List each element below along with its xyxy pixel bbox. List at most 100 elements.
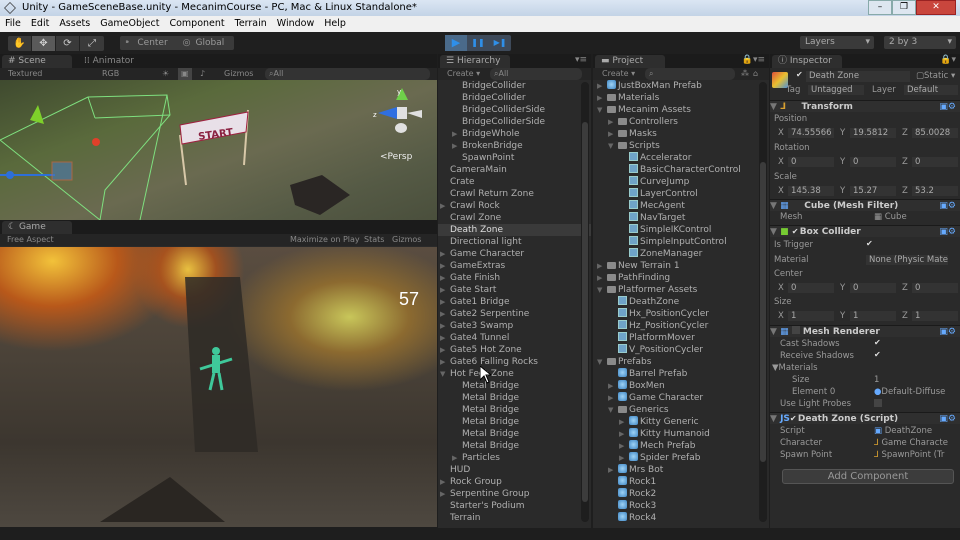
box-collider-header[interactable]: ▼ ■ ✔Box Collider ▣⚙ xyxy=(770,225,960,237)
foldout-arrow-icon[interactable]: ▶ xyxy=(619,440,629,452)
hierarchy-item[interactable]: Metal Bridge xyxy=(438,416,591,428)
project-item[interactable]: Hx_PositionCycler xyxy=(593,308,769,320)
hierarchy-item[interactable]: Metal Bridge xyxy=(438,392,591,404)
static-checkbox[interactable]: ▢Static ▾ xyxy=(916,71,955,81)
foldout-arrow-icon[interactable]: ▶ xyxy=(608,128,618,140)
project-item[interactable]: ▼ Platformer Assets xyxy=(593,284,769,296)
hierarchy-item[interactable]: ▶ Gate1 Bridge xyxy=(438,296,591,308)
hierarchy-item[interactable]: ▶ BridgeWhole xyxy=(438,128,591,140)
project-item[interactable]: ▼ Scripts xyxy=(593,140,769,152)
scale-y-field[interactable]: 15.27 xyxy=(850,186,896,196)
hierarchy-item[interactable]: ▶ Gate5 Hot Zone xyxy=(438,344,591,356)
hierarchy-item[interactable]: ▶ Game Character xyxy=(438,248,591,260)
project-item[interactable]: ▶ Mech Prefab xyxy=(593,440,769,452)
foldout-arrow-icon[interactable]: ▶ xyxy=(597,92,607,104)
hierarchy-item[interactable]: ▶ Gate Start xyxy=(438,284,591,296)
mesh-filter-settings-icon[interactable]: ▣⚙ xyxy=(939,200,956,212)
tab-project[interactable]: ▬ Project xyxy=(595,55,665,68)
receive-shadows-checkbox[interactable]: ✔ xyxy=(874,351,882,359)
hierarchy-menu-icon[interactable]: ▾≡ xyxy=(575,55,587,65)
project-item[interactable]: ▶ PathFinding xyxy=(593,272,769,284)
project-item[interactable]: SimpleIKControl xyxy=(593,224,769,236)
audio-toggle-icon[interactable]: ♪ xyxy=(200,68,205,80)
tab-game[interactable]: ☾ Game xyxy=(2,221,72,234)
gameobject-active-checkbox[interactable]: ✔ xyxy=(796,71,804,79)
project-item[interactable]: ▶ Spider Prefab xyxy=(593,452,769,464)
transform-settings-icon[interactable]: ▣⚙ xyxy=(939,101,956,113)
scale-z-field[interactable]: 53.2 xyxy=(912,186,958,196)
project-item[interactable]: LayerControl xyxy=(593,188,769,200)
hierarchy-item[interactable]: Directional light xyxy=(438,236,591,248)
position-x-field[interactable]: 74.55566 xyxy=(788,128,834,138)
hierarchy-item[interactable]: Crate xyxy=(438,176,591,188)
add-component-button[interactable]: Add Component xyxy=(782,469,954,484)
project-item[interactable]: V_PositionCycler xyxy=(593,344,769,356)
project-scroll-thumb[interactable] xyxy=(760,162,766,462)
menu-component[interactable]: Component xyxy=(164,16,229,32)
foldout-arrow-icon[interactable]: ▼ xyxy=(440,368,450,380)
death-zone-script-header[interactable]: ▼ JS✔Death Zone (Script) ▣⚙ xyxy=(770,412,960,424)
tab-inspector[interactable]: ⓘ Inspector xyxy=(772,55,842,68)
hierarchy-item[interactable]: ▶ GameExtras xyxy=(438,260,591,272)
hierarchy-item[interactable]: BridgeColliderSide xyxy=(438,104,591,116)
hierarchy-item[interactable]: Metal Bridge xyxy=(438,404,591,416)
mesh-filter-header[interactable]: ▼ ▦ Cube (Mesh Filter) ▣⚙ xyxy=(770,199,960,211)
maximize-button[interactable]: ❐ xyxy=(892,0,916,15)
materials-foldout[interactable]: ▼Materials xyxy=(772,363,818,373)
foldout-arrow-icon[interactable]: ▶ xyxy=(597,80,607,92)
project-item[interactable]: DeathZone xyxy=(593,296,769,308)
size-x-field[interactable]: 1 xyxy=(788,311,834,321)
scene-view[interactable]: START y z <Persp xyxy=(0,80,437,220)
project-item[interactable]: Rock2 xyxy=(593,488,769,500)
foldout-arrow-icon[interactable]: ▼ xyxy=(597,284,607,296)
physic-material-field[interactable]: None (Physic Mate xyxy=(866,255,948,265)
project-item[interactable]: ▶ Controllers xyxy=(593,116,769,128)
foldout-arrow-icon[interactable]: ▶ xyxy=(608,464,618,476)
hierarchy-item[interactable]: ▶ Gate4 Tunnel xyxy=(438,332,591,344)
layer-dropdown[interactable]: Default xyxy=(904,85,958,95)
size-y-field[interactable]: 1 xyxy=(850,311,896,321)
tab-hierarchy[interactable]: ☰ Hierarchy xyxy=(440,55,510,68)
hierarchy-item[interactable]: Terrain xyxy=(438,512,591,524)
hierarchy-scrollbar[interactable] xyxy=(581,82,589,522)
size-z-field[interactable]: 1 xyxy=(912,311,958,321)
foldout-arrow-icon[interactable]: ▶ xyxy=(440,308,450,320)
menu-terrain[interactable]: Terrain xyxy=(230,16,272,32)
menu-edit[interactable]: Edit xyxy=(26,16,54,32)
minimize-button[interactable]: – xyxy=(868,0,892,15)
move-tool-icon[interactable]: ✥ xyxy=(32,36,56,51)
foldout-arrow-icon[interactable]: ▶ xyxy=(440,488,450,500)
foldout-arrow-icon[interactable]: ▶ xyxy=(440,296,450,308)
hierarchy-item[interactable]: ▶ Rock Group xyxy=(438,476,591,488)
foldout-arrow-icon[interactable]: ▶ xyxy=(597,272,607,284)
hierarchy-item[interactable]: Starter's Podium xyxy=(438,500,591,512)
project-item[interactable]: ▶ Kitty Generic xyxy=(593,416,769,428)
aspect-dropdown[interactable]: Free Aspect xyxy=(7,234,54,246)
menu-window[interactable]: Window xyxy=(272,16,319,32)
menu-assets[interactable]: Assets xyxy=(54,16,95,32)
project-item[interactable]: ▼ Prefabs xyxy=(593,356,769,368)
layers-dropdown[interactable]: Layers xyxy=(800,36,874,49)
persp-label[interactable]: <Persp xyxy=(380,152,412,162)
tab-animator[interactable]: ⁞⁞ Animator xyxy=(78,55,140,68)
foldout-arrow-icon[interactable]: ▶ xyxy=(452,140,462,152)
cast-shadows-checkbox[interactable]: ✔ xyxy=(874,339,882,347)
hierarchy-item[interactable]: ▶ Gate3 Swamp xyxy=(438,320,591,332)
hierarchy-item[interactable]: CameraMain xyxy=(438,164,591,176)
character-field[interactable]: ⅃ Game Characte xyxy=(874,438,948,448)
script-field[interactable]: ▣ DeathZone xyxy=(874,426,932,436)
rotation-z-field[interactable]: 0 xyxy=(912,157,958,167)
project-item[interactable]: Rock4 xyxy=(593,512,769,524)
menu-file[interactable]: File xyxy=(0,16,26,32)
project-item[interactable]: ZoneManager xyxy=(593,248,769,260)
foldout-arrow-icon[interactable]: ▶ xyxy=(452,452,462,464)
image-toggle-icon[interactable]: ▣ xyxy=(178,68,192,80)
project-item[interactable]: Accelerator xyxy=(593,152,769,164)
project-create-button[interactable]: Create ▾ xyxy=(602,68,635,80)
tag-dropdown[interactable]: Untagged xyxy=(808,85,864,95)
use-light-probes-checkbox[interactable] xyxy=(874,399,882,407)
materials-size-value[interactable]: 1 xyxy=(874,375,879,385)
project-item[interactable]: BasicCharacterControl xyxy=(593,164,769,176)
project-item[interactable]: ▼ Generics xyxy=(593,404,769,416)
project-item[interactable]: ▼ Mecanim Assets xyxy=(593,104,769,116)
